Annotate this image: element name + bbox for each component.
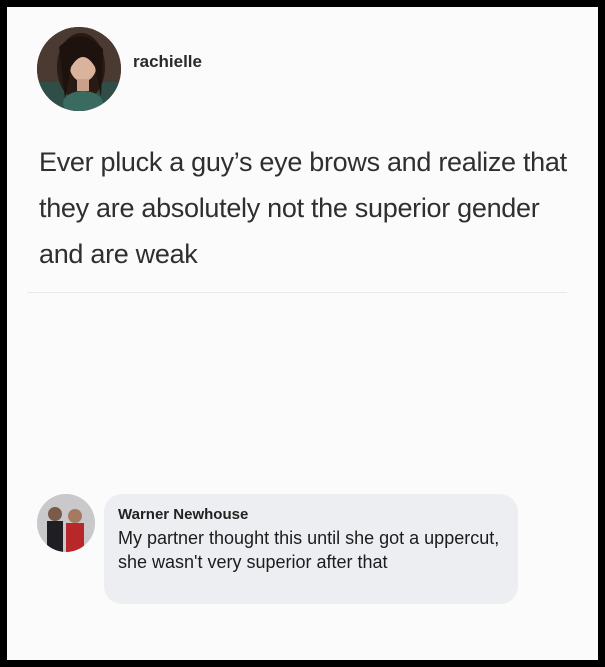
post-header: rachielle: [37, 27, 202, 111]
comment-text: My partner thought this until she got a …: [118, 528, 500, 572]
comment: Warner Newhouse My partner thought this …: [37, 494, 557, 604]
screenshot-frame: rachielle Ever pluck a guy’s eye brows a…: [7, 7, 598, 660]
post-body-text: Ever pluck a guy’s eye brows and realize…: [39, 147, 567, 269]
profile-photo-icon: [37, 494, 95, 552]
divider: [27, 292, 567, 293]
post-username[interactable]: rachielle: [133, 52, 202, 72]
comment-bubble: Warner Newhouse My partner thought this …: [104, 494, 518, 604]
commenter-avatar[interactable]: [37, 494, 95, 552]
avatar[interactable]: [37, 27, 121, 111]
profile-photo-icon: [37, 27, 121, 111]
comment-author[interactable]: Warner Newhouse: [118, 506, 502, 524]
